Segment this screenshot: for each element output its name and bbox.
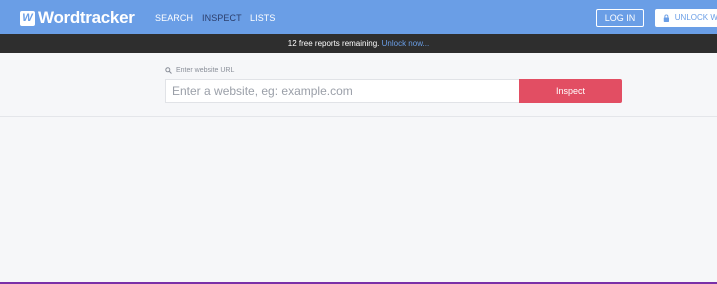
nav-lists-link[interactable]: LISTS bbox=[250, 13, 276, 23]
wordtracker-logo[interactable]: W Wordtracker bbox=[20, 9, 135, 27]
url-field-label: Enter website URL bbox=[165, 67, 234, 74]
banner-text: 12 free reports remaining. bbox=[287, 39, 380, 48]
logo-text: Wordtracker bbox=[38, 8, 135, 27]
website-url-input[interactable] bbox=[165, 79, 519, 103]
unlock-button[interactable]: UNLOCK WIT bbox=[655, 9, 717, 27]
inspect-button[interactable]: Inspect bbox=[519, 79, 622, 103]
nav-search-link[interactable]: SEARCH bbox=[155, 13, 193, 23]
unlock-now-link[interactable]: Unlock now... bbox=[382, 39, 430, 48]
nav-inspect-link[interactable]: INSPECT bbox=[202, 13, 242, 23]
unlock-button-label: UNLOCK WIT bbox=[674, 13, 717, 22]
logo-mark-icon: W bbox=[20, 10, 35, 26]
url-field-label-text: Enter website URL bbox=[176, 67, 235, 74]
lock-icon bbox=[663, 14, 670, 22]
magnifier-icon bbox=[165, 67, 172, 74]
top-navigation-bar: W Wordtracker SEARCH INSPECT LISTS LOG I… bbox=[0, 0, 717, 34]
website-search-panel: Enter website URL Inspect bbox=[0, 53, 717, 117]
free-reports-banner: 12 free reports remaining. Unlock now... bbox=[0, 34, 717, 53]
results-area bbox=[0, 118, 717, 284]
log-in-button[interactable]: LOG IN bbox=[596, 9, 644, 27]
